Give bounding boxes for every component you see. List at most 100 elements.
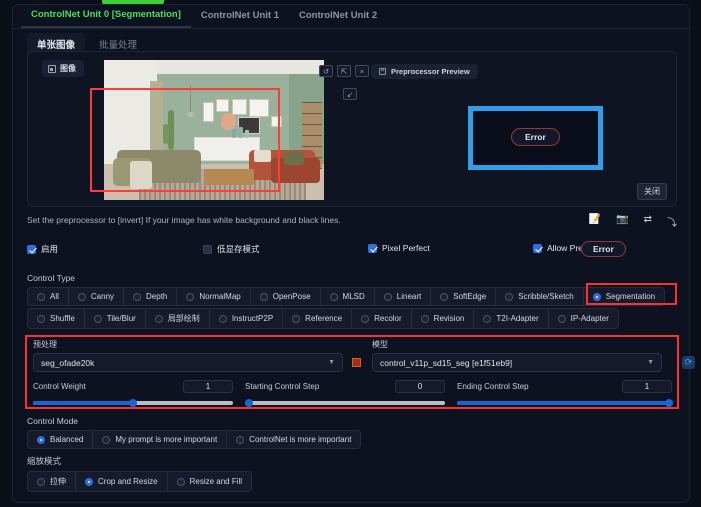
control-type-ip-adapter-label: IP-Adapter [570,314,609,323]
radio-icon [329,292,338,301]
tab-controlnet-unit-0[interactable]: ControlNet Unit 0 [Segmentation] [21,5,191,28]
control-type-lineart[interactable]: Lineart [373,287,431,306]
radio-icon [154,314,163,323]
control-type-recolor-label: Recolor [374,314,402,323]
expand-icon[interactable]: ↙ [343,88,357,100]
tab-controlnet-unit-2[interactable]: ControlNet Unit 2 [289,6,387,27]
control-mode-prompt-important-label: My prompt is more important [115,435,218,444]
ending-control-step-knob[interactable] [665,399,673,407]
control-type-normalmap[interactable]: NormalMap [176,287,250,306]
image-tab-chip[interactable]: 图像 [42,60,84,77]
preprocessor-value: seg_ofade20k [41,357,95,368]
control-type-all[interactable]: All [27,287,68,306]
control-type-canny[interactable]: Canny [67,287,124,306]
control-type-scribble-sketch[interactable]: Scribble/Sketch [495,287,583,306]
radio-icon [483,314,492,323]
starting-control-step-knob[interactable] [245,399,253,407]
control-type-reference-label: Reference [305,314,343,323]
preprocessor-hint-text: Set the preprocessor to [invert] If your… [27,215,341,225]
radio-icon [186,292,195,301]
starting-control-step-value[interactable]: 0 [395,380,445,393]
control-type-inpaint[interactable]: 局部绘制 [144,308,209,329]
control-mode-section: Control Mode Balanced My prompt is more … [27,416,362,449]
checkbox-low-vram[interactable]: 低显存模式 [203,243,260,255]
controlnet-panel: ControlNet Unit 0 [Segmentation] Control… [12,4,695,503]
swap-icon[interactable]: ⇄ [644,214,652,229]
control-type-mlsd[interactable]: MLSD [319,287,374,306]
radio-icon-selected [85,477,93,486]
control-weight-value[interactable]: 1 [183,380,233,393]
control-type-recolor[interactable]: Recolor [351,308,411,329]
control-type-openpose-label: OpenPose [272,292,311,301]
resize-mode-stretch[interactable]: 拉伸 [27,471,75,492]
hint-row: Set the preprocessor to [invert] If your… [27,213,677,235]
checkbox-low-vram-box [203,244,212,254]
control-weight-knob[interactable] [129,399,137,407]
preprocessor-preview-toggle[interactable]: Preprocessor Preview [371,64,478,79]
starting-control-step-track[interactable] [245,401,445,405]
resize-mode-options: 拉伸 Crop and Resize Resize and Fill [27,471,253,492]
checkbox-enable[interactable]: 启用 [27,243,58,255]
control-type-lineart-label: Lineart [396,292,422,301]
control-type-reference[interactable]: Reference [282,308,352,329]
control-type-openpose[interactable]: OpenPose [249,287,320,306]
radio-icon [102,435,111,444]
model-dropdown[interactable]: control_v11p_sd15_seg [e1f51eb9] ▼ [372,353,662,372]
preprocessor-dropdown[interactable]: seg_ofade20k ▼ [33,353,343,372]
control-type-ip-adapter[interactable]: IP-Adapter [547,308,619,329]
control-type-instructp2p[interactable]: InstructP2P [208,308,283,329]
control-type-segmentation[interactable]: Segmentation [582,287,666,306]
radio-icon [37,292,45,301]
ending-control-step-value[interactable]: 1 [622,380,672,393]
resize-mode-stretch-label: 拉伸 [50,477,66,486]
radio-icon-selected [37,435,45,444]
control-type-shuffle[interactable]: Shuffle [27,308,84,329]
edit-note-icon[interactable]: 📝 [589,214,601,229]
model-warning-icon [352,358,361,367]
resize-mode-resize-and-fill[interactable]: Resize and Fill [166,471,253,492]
control-type-tile-blur[interactable]: Tile/Blur [83,308,145,329]
preprocessor-label: 预处理 [33,340,57,349]
refresh-models-icon[interactable]: ⟳ [682,356,695,369]
option-checkbox-row: 启用 低显存模式 Pixel Perfect Allow Preview [27,243,677,261]
checkbox-pixel-perfect[interactable]: Pixel Perfect [368,243,430,253]
control-type-row-2: Shuffle Tile/Blur 局部绘制 InstructP2P Refer… [27,308,677,329]
control-weight-label: Control Weight [33,382,86,391]
radio-icon [77,292,86,301]
radio-icon [37,477,45,486]
clear-icon[interactable]: ⇱ [337,65,351,77]
resize-mode-section: 缩放模式 拉伸 Crop and Resize Resize and Fill [27,455,253,492]
starting-control-step-label: Starting Control Step [245,382,320,391]
preprocessor-error-badge: Error [511,128,560,146]
checkbox-pixel-perfect-box [368,243,377,253]
control-type-mlsd-label: MLSD [342,292,365,301]
radio-icon [37,314,45,323]
control-type-t2i-adapter[interactable]: T2I-Adapter [473,308,548,329]
control-mode-balanced-label: Balanced [50,435,84,444]
remove-icon[interactable]: × [355,65,369,77]
control-weight-fill [33,401,133,405]
radio-icon [557,314,566,323]
camera-icon[interactable]: 📷 [616,214,628,229]
preprocessor-preview-label: Preprocessor Preview [391,67,470,76]
control-type-revision[interactable]: Revision [410,308,474,329]
radio-icon [133,292,142,301]
resize-mode-crop-and-resize[interactable]: Crop and Resize [75,471,167,492]
source-image-preview[interactable] [104,60,324,200]
control-type-softedge[interactable]: SoftEdge [430,287,496,306]
close-button[interactable]: 关闭 [637,183,667,200]
control-type-depth[interactable]: Depth [123,287,177,306]
control-mode-balanced[interactable]: Balanced [27,430,93,449]
control-mode-controlnet-important[interactable]: ControlNet is more important [226,430,362,449]
resize-mode-crop-and-resize-label: Crop and Resize [98,477,158,486]
radio-icon [420,314,429,323]
undo-icon[interactable]: ↺ [319,65,333,77]
control-type-depth-label: Depth [146,292,168,301]
send-arrow-icon[interactable]: ⤵ [667,214,677,229]
ending-control-step-label: Ending Control Step [457,382,529,391]
resize-mode-resize-and-fill-label: Resize and Fill [189,477,243,486]
control-mode-prompt-important[interactable]: My prompt is more important [92,430,227,449]
tab-controlnet-unit-1[interactable]: ControlNet Unit 1 [191,6,289,27]
control-type-t2i-adapter-label: T2I-Adapter [496,314,539,323]
control-type-section: Control Type All Canny Depth NormalMap O… [27,273,677,329]
